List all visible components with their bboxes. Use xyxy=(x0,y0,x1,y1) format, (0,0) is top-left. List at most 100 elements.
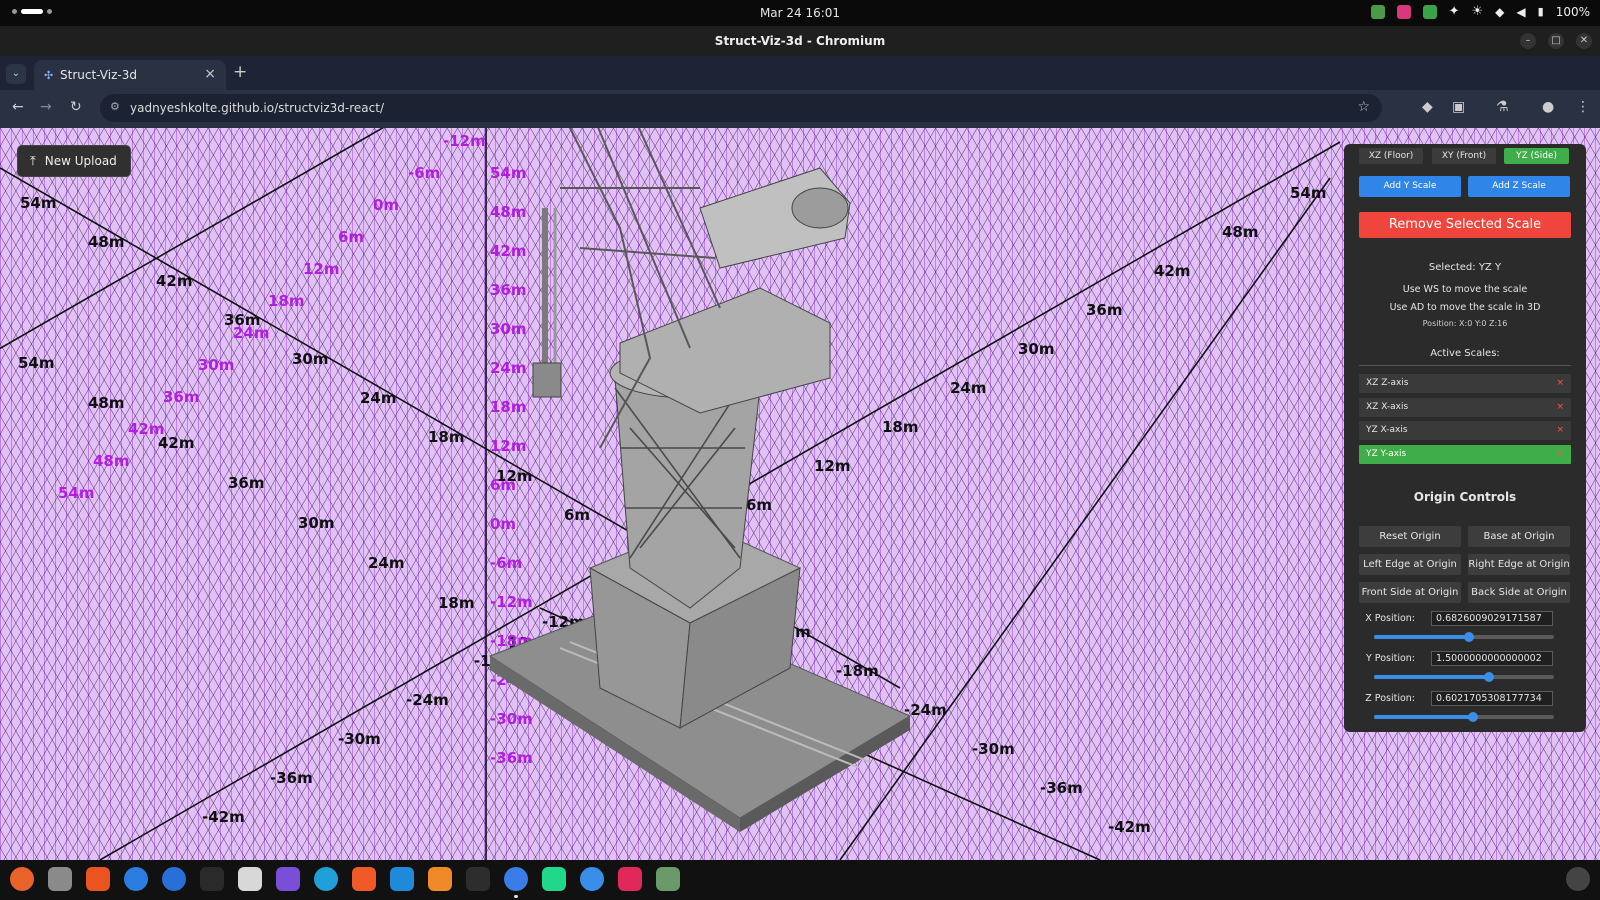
scale-item-yz-y[interactable]: YZ Y-axis × xyxy=(1359,445,1571,464)
bookmark-star-icon[interactable]: ☆ xyxy=(1357,99,1370,115)
thunderbird-icon[interactable] xyxy=(162,867,186,891)
reset-origin-button[interactable]: Reset Origin xyxy=(1359,526,1461,547)
tab-search-icon[interactable]: ⌄ xyxy=(6,64,26,84)
tab-struct-viz[interactable]: ✣ Struct-Viz-3d × xyxy=(34,60,226,90)
pycharm-icon[interactable] xyxy=(542,867,566,891)
side-axis-a-label: 30m xyxy=(198,356,235,374)
add-z-scale-button[interactable]: Add Z Scale xyxy=(1468,176,1570,197)
system-top-bar: Mar 24 16:01 ✦ ☀ ◆ ◀ ▮ 100% xyxy=(0,0,1600,26)
right-edge-at-origin-button[interactable]: Right Edge at Origin xyxy=(1468,554,1570,575)
view-xy-front-button[interactable]: XY (Front) xyxy=(1432,148,1496,164)
back-icon[interactable]: ← xyxy=(12,99,24,115)
floor-axis-a-label: 54m xyxy=(1290,184,1327,202)
ad-hint-text: Use AD to move the scale in 3D xyxy=(1389,302,1541,313)
obsidian-icon[interactable] xyxy=(276,867,300,891)
floor-axis-b-label: 24m xyxy=(360,389,397,407)
labs-flask-icon[interactable]: ⚗ xyxy=(1496,99,1509,115)
browser-menu-icon[interactable]: ⋮ xyxy=(1576,99,1590,115)
firefox-icon[interactable] xyxy=(10,867,34,891)
text-editor-icon[interactable] xyxy=(238,867,262,891)
base-at-origin-button[interactable]: Base at Origin xyxy=(1468,526,1570,547)
floor-axis-a-label: -30m xyxy=(338,730,381,748)
floor-axis-a-label: -24m xyxy=(406,691,449,709)
side-axis-a-label: 54m xyxy=(58,484,95,502)
forward-icon[interactable]: → xyxy=(40,99,52,115)
webstorm-icon[interactable] xyxy=(390,867,414,891)
z-position-label: Z Position: xyxy=(1365,693,1415,704)
side-axis-b-label: 42m xyxy=(490,242,527,260)
new-tab-icon[interactable]: + xyxy=(233,62,247,82)
url-text[interactable]: yadnyeshkolte.github.io/structviz3d-reac… xyxy=(130,101,384,115)
z-position-slider[interactable] xyxy=(1374,712,1554,722)
site-info-icon[interactable]: ⚙ xyxy=(110,100,120,113)
colorpicker-icon[interactable] xyxy=(1396,4,1411,19)
floor-axis-a-label: 36m xyxy=(1086,301,1123,319)
scale-item-yz-x[interactable]: YZ X-axis × xyxy=(1359,421,1571,440)
remove-scale-icon[interactable]: × xyxy=(1556,445,1564,464)
y-position-slider[interactable] xyxy=(1374,672,1554,682)
chromium-icon[interactable] xyxy=(504,867,528,898)
close-tab-icon[interactable]: × xyxy=(204,66,216,82)
extension-icon[interactable]: ◆ xyxy=(1422,99,1433,115)
update-icon[interactable] xyxy=(1422,4,1437,19)
terminal-icon[interactable] xyxy=(466,867,490,891)
floor-axis-b-label: 54m xyxy=(20,194,57,212)
wifi-icon[interactable]: ◆ xyxy=(1495,5,1504,19)
editor-icon[interactable] xyxy=(200,867,224,891)
remove-selected-scale-button[interactable]: Remove Selected Scale xyxy=(1359,212,1571,238)
left-edge-at-origin-button[interactable]: Left Edge at Origin xyxy=(1359,554,1461,575)
side-axis-a-label: -6m xyxy=(408,164,440,182)
floor-axis-a-label: 42m xyxy=(1154,262,1191,280)
taskbar xyxy=(0,860,1600,900)
rubymine-icon[interactable] xyxy=(618,867,642,891)
scale-item-xz-z[interactable]: XZ Z-axis × xyxy=(1359,374,1571,393)
selected-scale-text: Selected: YZ Y xyxy=(1428,262,1502,273)
back-side-at-origin-button[interactable]: Back Side at Origin xyxy=(1468,582,1570,603)
upload-icon: ⤒ xyxy=(30,153,36,169)
extensions-puzzle-icon[interactable]: ▣ xyxy=(1452,99,1465,115)
profile-avatar-icon[interactable]: ● xyxy=(1542,99,1554,115)
view-yz-side-button[interactable]: YZ (Side) xyxy=(1504,148,1569,164)
side-axis-b-label: 30m xyxy=(490,320,527,338)
edge-icon[interactable] xyxy=(314,867,338,891)
show-apps-icon[interactable] xyxy=(1566,867,1590,891)
scale-item-xz-x[interactable]: XZ X-axis × xyxy=(1359,398,1571,417)
side-axis-b-label: -30m xyxy=(490,710,533,728)
shield-icon[interactable] xyxy=(1370,4,1385,19)
volume-icon[interactable]: ◀ xyxy=(1516,5,1525,19)
side-axis-b-label: -36m xyxy=(490,749,533,767)
minimize-icon[interactable]: – xyxy=(1520,33,1536,49)
help-icon[interactable] xyxy=(124,867,148,891)
system-clock[interactable]: Mar 24 16:01 xyxy=(0,6,1600,20)
files-icon[interactable] xyxy=(48,867,72,891)
z-position-input[interactable] xyxy=(1431,691,1553,706)
view-xz-floor-button[interactable]: XZ (Floor) xyxy=(1359,148,1423,164)
brightness-icon[interactable]: ☀ xyxy=(1472,4,1484,19)
remove-scale-icon[interactable]: × xyxy=(1556,398,1564,417)
add-y-scale-button[interactable]: Add Y Scale xyxy=(1359,176,1461,197)
sublime-icon[interactable] xyxy=(428,867,452,891)
y-position-input[interactable] xyxy=(1431,651,1553,666)
x-position-slider[interactable] xyxy=(1374,632,1554,642)
trash-icon[interactable] xyxy=(656,867,680,891)
remove-scale-icon[interactable]: × xyxy=(1556,374,1564,393)
x-position-input[interactable] xyxy=(1431,611,1553,626)
floor-axis-b-label: 18m xyxy=(428,428,465,446)
front-side-at-origin-button[interactable]: Front Side at Origin xyxy=(1359,582,1461,603)
address-bar[interactable]: ⚙ yadnyeshkolte.github.io/structviz3d-re… xyxy=(100,94,1382,122)
accessibility-icon[interactable]: ✦ xyxy=(1449,4,1460,19)
app-center-icon[interactable] xyxy=(86,867,110,891)
maximize-icon[interactable]: □ xyxy=(1548,33,1564,49)
navigation-bar: ← → ↻ ⚙ yadnyeshkolte.github.io/structvi… xyxy=(0,90,1600,128)
battery-icon[interactable]: ▮ xyxy=(1538,5,1544,18)
side-axis-a-label: 18m xyxy=(268,292,305,310)
x-position-label: X Position: xyxy=(1365,613,1415,624)
new-upload-button[interactable]: ⤒ New Upload xyxy=(17,145,131,177)
android-studio-icon[interactable] xyxy=(580,867,604,891)
close-window-icon[interactable]: ✕ xyxy=(1576,33,1592,49)
side-axis-b-label: 12m xyxy=(490,437,527,455)
remove-scale-icon[interactable]: × xyxy=(1556,421,1564,440)
3d-viewport[interactable]: 54m48m42m36m30m24m18m12m6m0m-6m-12m-18m-… xyxy=(0,128,1600,860)
brave-icon[interactable] xyxy=(352,867,376,891)
reload-icon[interactable]: ↻ xyxy=(70,99,82,115)
